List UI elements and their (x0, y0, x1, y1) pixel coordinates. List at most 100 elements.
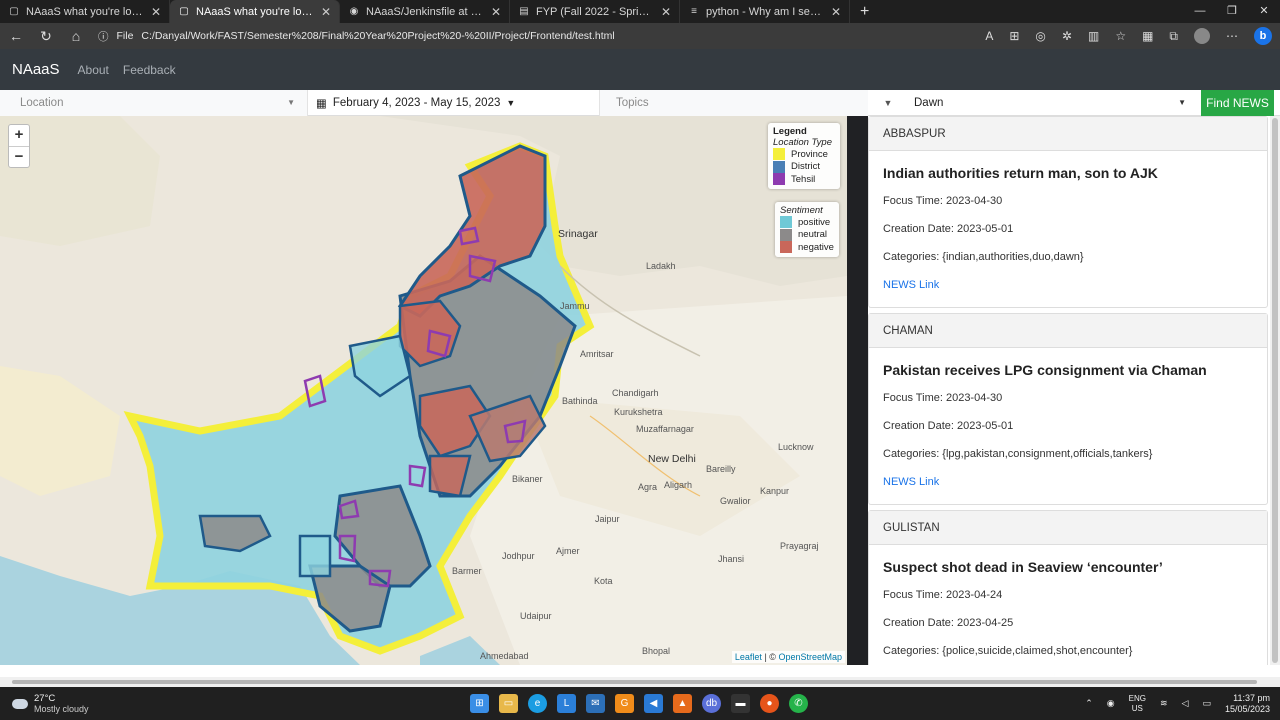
caret-down-icon: ▼ (506, 97, 516, 108)
date-range-text: February 4, 2023 - May 15, 2023 (332, 96, 501, 109)
news-location: ABBASPUR (869, 117, 1267, 151)
close-icon[interactable]: ✕ (151, 5, 161, 19)
wifi-icon[interactable]: ≋ (1160, 698, 1168, 709)
weather-widget[interactable]: 27°C Mostly cloudy (0, 693, 200, 715)
tab-title: FYP (Fall 2022 - Spring 2023) (536, 5, 655, 18)
split-screen-icon[interactable]: ▥ (1088, 29, 1099, 43)
address-bar[interactable]: ⓘ File C:/Danyal/Work/FAST/Semester%208/… (98, 25, 971, 47)
map-place-label: Ladakh (646, 261, 676, 271)
new-tab-icon[interactable]: + (850, 0, 879, 23)
district-coast-positive[interactable] (298, 534, 332, 578)
app-orange-icon[interactable]: G (615, 694, 634, 713)
taskbar-apps: ⊞ ▭ e L ✉ G ◀ ▲ db ▬ ● ✆ (470, 687, 808, 720)
zoom-in-button[interactable]: + (9, 125, 29, 146)
nav-link-about[interactable]: About (78, 63, 109, 77)
profile-avatar[interactable] (1194, 28, 1210, 44)
vscode-icon[interactable]: ◀ (644, 694, 663, 713)
attribution-sep: | © (764, 652, 776, 662)
refresh-icon[interactable]: ↻ (38, 28, 54, 45)
vertical-scrollbar[interactable] (1270, 116, 1280, 665)
start-icon[interactable]: ⊞ (470, 694, 489, 713)
zoom-control: + − (8, 124, 30, 168)
app-db-icon[interactable]: db (702, 694, 721, 713)
news-link[interactable]: NEWS Link (883, 476, 1253, 496)
mail-icon[interactable]: ✉ (586, 694, 605, 713)
tab-actions-icon[interactable]: ⧉ (1169, 29, 1178, 44)
news-card: CHAMAN Pakistan receives LPG consignment … (868, 313, 1268, 505)
extension-icon[interactable]: ◎ (1035, 29, 1045, 43)
vlc-icon[interactable]: ▲ (673, 694, 692, 713)
zoom-out-button[interactable]: − (9, 146, 29, 167)
news-panel[interactable]: ABBASPUR Indian authorities return man, s… (868, 116, 1270, 665)
close-icon[interactable]: ✕ (491, 5, 501, 19)
date-range-picker[interactable]: ▦ February 4, 2023 - May 15, 2023 ▼ (308, 89, 600, 116)
bing-icon[interactable]: b (1254, 27, 1272, 45)
browser-tab[interactable]: ▢ NAaaS what you're looking for ✕ (170, 0, 340, 23)
map-place-label: Agra (638, 482, 658, 492)
scroll-thumb[interactable] (12, 680, 1257, 684)
browser-tab[interactable]: ▢ NAaaS what you're looking for ✕ (0, 0, 170, 23)
language-indicator[interactable]: ENG US (1129, 694, 1146, 714)
minimize-icon[interactable]: — (1184, 0, 1216, 23)
topics-input[interactable]: Topics (600, 89, 868, 116)
system-tray: ⌃ ◉ ENG US ≋ ◁ ▭ 11:37 pm 15/05/2023 (1085, 687, 1270, 720)
close-icon[interactable]: ✕ (321, 5, 331, 19)
legend-sentiment: Sentiment positive neutral negative (775, 202, 839, 257)
horizontal-scrollbar[interactable] (0, 677, 1280, 687)
more-icon[interactable]: ⋯ (1226, 29, 1238, 43)
chevron-up-icon[interactable]: ⌃ (1085, 698, 1093, 709)
legend-swatch (780, 241, 792, 254)
whatsapp-icon[interactable]: ✆ (789, 694, 808, 713)
browser-tab[interactable]: ≡ python - Why am I seeing "TypeE ✕ (680, 0, 850, 23)
collections-icon[interactable]: ▦ (1142, 29, 1153, 43)
browser-tab[interactable]: ◉ NAaaS/Jenkinsfile at main · Dany ✕ (340, 0, 510, 23)
legend-location-type: Legend Location Type Province District Teh… (768, 123, 840, 189)
news-focus-time: Focus Time: 2023-04-24 (883, 589, 1003, 601)
url-text[interactable]: C:/Danyal/Work/FAST/Semester%208/Final%2… (141, 30, 614, 42)
file-explorer-icon[interactable]: ▭ (499, 694, 518, 713)
close-window-icon[interactable]: ✕ (1248, 0, 1280, 23)
news-categories: Categories: {lpg,pakistan,consignment,of… (883, 448, 1153, 460)
location-placeholder: Location (20, 96, 64, 109)
restore-icon[interactable]: ❐ (1216, 0, 1248, 23)
legend-items: Province District Tehsil (773, 148, 835, 186)
chevron-down-icon: ▼ (1178, 98, 1186, 107)
brand-logo[interactable]: NAaaS (12, 61, 60, 78)
edge-icon[interactable]: e (528, 694, 547, 713)
legend-swatch (773, 148, 785, 161)
source-select[interactable]: Dawn ▼ (908, 90, 1198, 116)
map-place-label: Barmer (452, 566, 482, 576)
back-icon[interactable]: ← (8, 28, 24, 44)
cloud-icon (12, 698, 28, 709)
close-icon[interactable]: ✕ (831, 5, 841, 19)
sync-icon[interactable]: ◉ (1107, 698, 1115, 709)
news-link[interactable]: NEWS Link (883, 279, 1253, 299)
location-select[interactable]: Location ▼ (0, 89, 308, 116)
app-available-icon[interactable]: ⊞ (1009, 29, 1019, 43)
app-l-icon[interactable]: L (557, 694, 576, 713)
volume-icon[interactable]: ◁ (1182, 698, 1189, 709)
osm-link[interactable]: OpenStreetMap (778, 652, 842, 662)
terminal-icon[interactable]: ▬ (731, 694, 750, 713)
nav-link-feedback[interactable]: Feedback (123, 63, 176, 77)
battery-icon[interactable]: ▭ (1202, 698, 1211, 709)
clock[interactable]: 11:37 pm 15/05/2023 (1225, 693, 1270, 715)
legend-subtitle: Location Type (773, 137, 832, 148)
browser-tab[interactable]: ▤ FYP (Fall 2022 - Spring 2023) ✕ (510, 0, 680, 23)
scroll-thumb[interactable] (1272, 118, 1278, 663)
map-place-label: Lucknow (778, 442, 814, 452)
leaflet-link[interactable]: Leaflet (735, 652, 762, 662)
read-aloud-icon[interactable]: A (985, 29, 993, 43)
map-view[interactable]: + − Legend Location Type Province Distric… (0, 116, 847, 665)
app-navbar: NAaaS About Feedback (0, 49, 1280, 90)
find-news-button[interactable]: Find NEWS (1201, 90, 1274, 116)
home-icon[interactable]: ⌂ (68, 28, 84, 44)
close-icon[interactable]: ✕ (661, 5, 671, 19)
topics-dropdown-toggle[interactable]: ▼ (868, 98, 908, 108)
firefox-icon[interactable]: ● (760, 694, 779, 713)
map-canvas[interactable] (0, 116, 847, 665)
favorites-icon[interactable]: ☆ (1115, 29, 1126, 43)
window-controls: — ❐ ✕ (1184, 0, 1280, 23)
info-icon[interactable]: ⓘ (98, 29, 109, 44)
puzzle-icon[interactable]: ✲ (1062, 29, 1072, 43)
